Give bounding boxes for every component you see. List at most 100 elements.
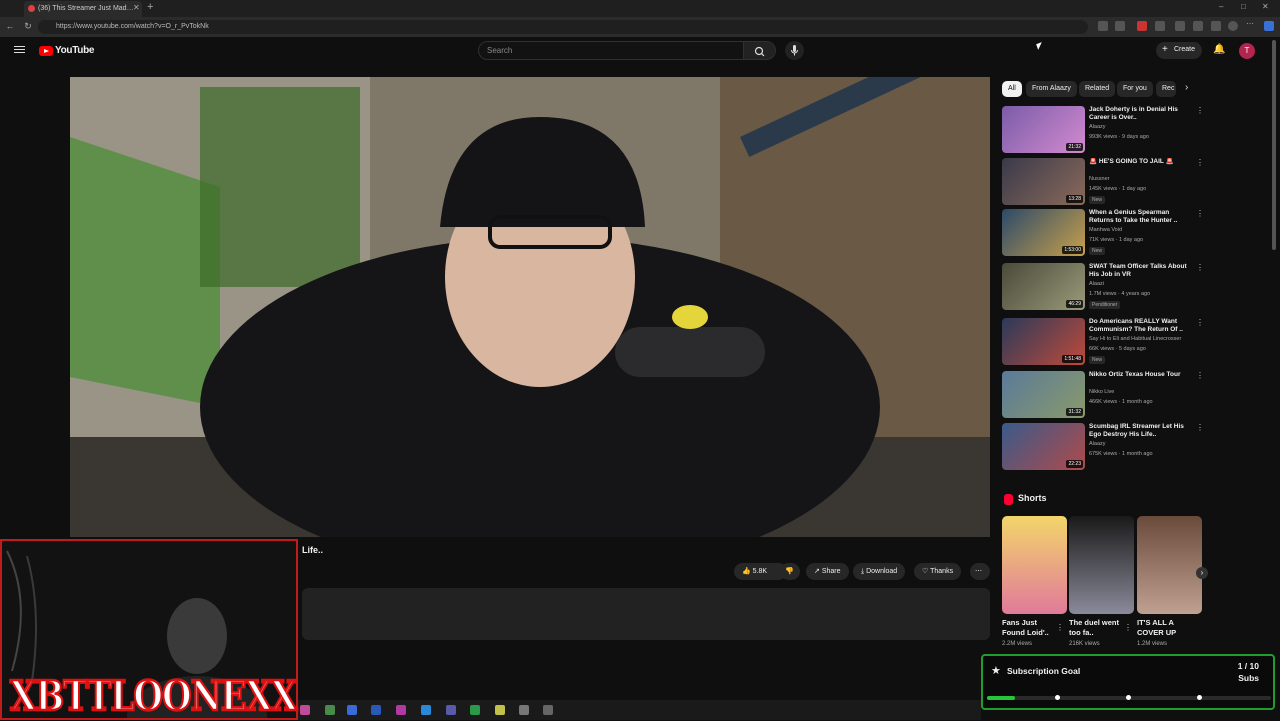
channel-name[interactable]: Nikko Live — [1089, 389, 1199, 395]
short-title[interactable]: Fans Just Found Loid'.. — [1002, 618, 1058, 640]
thanks-button[interactable]: ♡ Thanks — [914, 563, 962, 580]
more-vert-icon[interactable]: ⋮ — [1196, 106, 1204, 115]
create-button[interactable]: + Create — [1156, 42, 1202, 59]
more-vert-icon[interactable]: ⋮ — [1196, 423, 1204, 432]
short-thumbnail[interactable] — [1002, 516, 1067, 614]
chip-recent[interactable]: Rec — [1156, 81, 1176, 97]
taskbar-app-icon[interactable] — [347, 705, 357, 715]
taskbar-app-icon[interactable] — [470, 705, 480, 715]
recommendation-title[interactable]: Nikko Ortiz Texas House Tour — [1089, 371, 1195, 379]
close-window-icon[interactable]: ✕ — [1262, 2, 1269, 11]
microphone-icon — [791, 45, 798, 56]
recommendation-item[interactable]: 1:51:48 Do Americans REALLY Want Communi… — [1002, 318, 1204, 366]
recommendation-title[interactable]: Jack Doherty is in Denial His Career is … — [1089, 106, 1195, 122]
more-vert-icon[interactable]: ⋮ — [1196, 371, 1204, 380]
taskbar-app-icon[interactable] — [495, 705, 505, 715]
more-vert-icon[interactable]: ⋮ — [1196, 318, 1204, 327]
short-item[interactable]: IT'S ALL A COVER UP 1.2M views — [1137, 516, 1202, 647]
channel-name[interactable]: Nussner — [1089, 176, 1199, 182]
recommendation-item[interactable]: 21:32 Jack Doherty is in Denial His Care… — [1002, 106, 1204, 154]
recommendation-item[interactable]: 13:28 🚨 HE'S GOING TO JAIL 🚨 Nussner 145… — [1002, 158, 1204, 206]
taskbar-app-icon[interactable] — [300, 705, 310, 715]
search-input[interactable]: Search — [478, 41, 744, 60]
taskbar-app-icon[interactable] — [446, 705, 456, 715]
video-player[interactable] — [70, 77, 990, 537]
taskbar-app-icon[interactable] — [371, 705, 381, 715]
menu-icon[interactable] — [14, 44, 25, 55]
chip-for-you[interactable]: For you — [1117, 81, 1153, 97]
more-icon[interactable]: ⋯ — [1246, 19, 1256, 29]
short-title[interactable]: The duel went too fa.. — [1069, 618, 1125, 640]
recommendation-title[interactable]: Do Americans REALLY Want Communism? The … — [1089, 318, 1195, 334]
maximize-icon[interactable]: □ — [1241, 2, 1246, 11]
notifications-bell-icon[interactable]: 🔔 — [1213, 44, 1225, 55]
recommendation-item[interactable]: 22:23 Scumbag IRL Streamer Let His Ego D… — [1002, 423, 1204, 471]
recommendation-title[interactable]: 🚨 HE'S GOING TO JAIL 🚨 — [1089, 158, 1195, 166]
more-vert-icon[interactable]: ⋮ — [1056, 623, 1064, 632]
favorites-icon[interactable] — [1193, 21, 1203, 31]
video-thumbnail[interactable]: 13:28 — [1002, 158, 1085, 205]
taskbar-app-icon[interactable] — [421, 705, 431, 715]
recommendation-item[interactable]: 46:29 SWAT Team Officer Talks About His … — [1002, 263, 1204, 311]
close-tab-icon[interactable]: ✕ — [133, 3, 140, 12]
chip-from-alaazy[interactable]: From Alaazy — [1026, 81, 1077, 97]
more-vert-icon[interactable]: ⋮ — [1196, 158, 1204, 167]
shorts-next-icon[interactable]: › — [1196, 567, 1208, 579]
video-thumbnail[interactable]: 1:51:48 — [1002, 318, 1085, 365]
copilot-icon[interactable] — [1264, 21, 1274, 31]
extension-icon[interactable] — [1137, 21, 1147, 31]
chevron-right-icon[interactable]: › — [1185, 82, 1188, 93]
recommendation-title[interactable]: Scumbag IRL Streamer Let His Ego Destroy… — [1089, 423, 1195, 439]
channel-name[interactable]: Manhwa Void — [1089, 227, 1199, 233]
avatar[interactable]: T — [1239, 43, 1255, 59]
recommendation-title[interactable]: SWAT Team Officer Talks About His Job in… — [1089, 263, 1195, 279]
recommendation-title[interactable]: When a Genius Spearman Returns to Take t… — [1089, 209, 1195, 225]
youtube-logo-text[interactable]: YouTube — [55, 45, 95, 56]
recommendation-item[interactable]: 31:32 Nikko Ortiz Texas House Tour Nikko… — [1002, 371, 1204, 419]
browser-tab-bar: (36) This Streamer Just Mad… ✕ + – □ ✕ — [0, 0, 1280, 17]
extension-icon[interactable] — [1175, 21, 1185, 31]
dislike-button[interactable]: 👎 — [780, 563, 800, 580]
video-thumbnail[interactable]: 31:32 — [1002, 371, 1085, 418]
video-thumbnail[interactable]: 21:32 — [1002, 106, 1085, 153]
share-button[interactable]: ↗ Share — [806, 563, 849, 580]
video-thumbnail[interactable]: 1:53:00 — [1002, 209, 1085, 256]
extension-icon[interactable] — [1211, 21, 1221, 31]
browser-tab[interactable]: (36) This Streamer Just Mad… — [24, 1, 142, 17]
video-thumbnail[interactable]: 22:23 — [1002, 423, 1085, 470]
extension-icon[interactable] — [1115, 21, 1125, 31]
youtube-logo-icon[interactable] — [39, 46, 53, 56]
channel-name[interactable]: Alaazy — [1089, 124, 1199, 130]
more-vert-icon[interactable]: ⋮ — [1124, 623, 1132, 632]
back-icon[interactable]: ← — [4, 20, 16, 32]
more-vert-icon[interactable]: ⋮ — [1196, 263, 1204, 272]
chip-related[interactable]: Related — [1079, 81, 1116, 97]
search-button[interactable] — [744, 41, 776, 60]
profile-icon[interactable] — [1228, 21, 1238, 31]
more-vert-icon[interactable]: ⋮ — [1196, 209, 1204, 218]
taskbar-app-icon[interactable] — [543, 705, 553, 715]
extension-icon[interactable] — [1098, 21, 1108, 31]
channel-name[interactable]: Say Hi to Eli and Habitual Linecrosser — [1089, 336, 1199, 342]
video-thumbnail[interactable]: 46:29 — [1002, 263, 1085, 310]
more-actions-button[interactable]: ⋯ — [970, 563, 990, 580]
voice-search-button[interactable] — [785, 41, 804, 60]
channel-name[interactable]: Alaazi — [1089, 281, 1199, 287]
channel-name[interactable]: Alaazy — [1089, 441, 1199, 447]
page-scrollbar[interactable] — [1272, 40, 1276, 250]
recommendation-item[interactable]: 1:53:00 When a Genius Spearman Returns t… — [1002, 209, 1204, 257]
taskbar-app-icon[interactable] — [396, 705, 406, 715]
short-title[interactable]: IT'S ALL A COVER UP — [1137, 618, 1193, 640]
taskbar-settings-icon[interactable] — [519, 705, 529, 715]
reload-icon[interactable]: ↻ — [22, 20, 34, 32]
description-box[interactable] — [302, 588, 990, 640]
short-thumbnail[interactable] — [1137, 516, 1202, 614]
download-button[interactable]: ⤓ Download — [853, 563, 906, 580]
short-thumbnail[interactable] — [1069, 516, 1134, 614]
new-tab-icon[interactable]: + — [147, 1, 153, 13]
taskbar-app-icon[interactable] — [325, 705, 335, 715]
minimize-icon[interactable]: – — [1219, 2, 1223, 11]
chip-all[interactable]: All — [1002, 81, 1022, 97]
url-field[interactable]: https://www.youtube.com/watch?v=O_r_PvTo… — [38, 20, 1088, 34]
extension-icon[interactable] — [1155, 21, 1165, 31]
